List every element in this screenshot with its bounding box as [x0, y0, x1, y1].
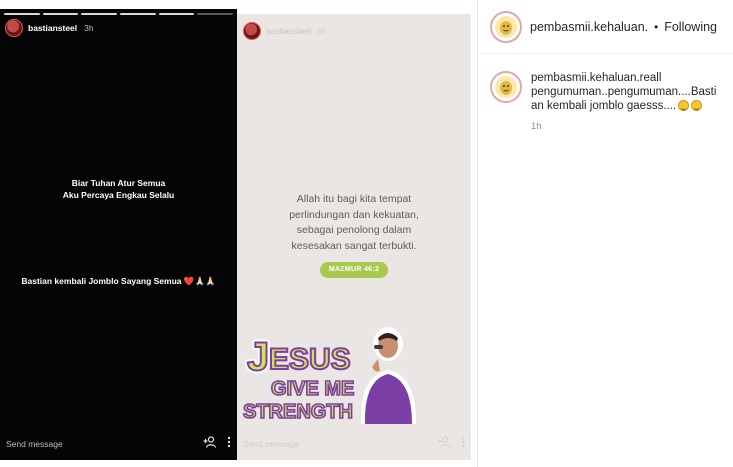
- separator-dot: •: [654, 19, 659, 34]
- story-panel-left[interactable]: bastiansteel 3h Biar Tuhan Atur Semua Ak…: [0, 9, 237, 460]
- story-caption-text: Bastian kembali Jomblo Sayang Semua: [21, 276, 182, 286]
- header-username[interactable]: pembasmii.kehaluan.re: [530, 20, 648, 34]
- avatar-icon[interactable]: [490, 71, 522, 103]
- post-header: pembasmii.kehaluan.re • Following: [478, 0, 733, 54]
- story-footer: Send message: [6, 436, 231, 451]
- verse-line: Allah itu bagi kita tempat: [296, 193, 412, 205]
- verse-line: sebagai penolong dalam: [296, 224, 412, 236]
- more-icon[interactable]: [461, 436, 465, 451]
- story-time: 3h: [84, 23, 94, 33]
- story-username[interactable]: bastiansteel: [266, 26, 311, 36]
- grin-emoji-icon: [691, 100, 703, 111]
- send-message-input[interactable]: Send message: [243, 439, 300, 449]
- comment-text: pengumuman..pengumuman....Bastian kembal…: [531, 85, 721, 113]
- more-icon[interactable]: [227, 436, 231, 451]
- sticker-letter-j: J: [247, 335, 269, 379]
- story-caption: Bastian kembali Jomblo Sayang Semua ❤️🙏🏻…: [0, 275, 237, 287]
- send-message-input[interactable]: Send message: [6, 439, 63, 449]
- post-viewer: bastiansteel 3h Biar Tuhan Atur Semua Ak…: [0, 0, 476, 467]
- story-header: bastiansteel 3h: [243, 22, 326, 40]
- singer-figure: [360, 327, 416, 424]
- story-text-line-2: Aku Percaya Engkau Selalu: [62, 190, 175, 200]
- grin-emoji-icon: [678, 100, 690, 111]
- sticker-word-give-me: GIVE ME: [271, 378, 354, 400]
- story-avatar[interactable]: [5, 19, 23, 37]
- story-time: 3h: [316, 26, 326, 36]
- comment-time: 1h: [531, 121, 542, 132]
- verse-line: kesesakan sangat terbukti.: [291, 239, 417, 252]
- story-footer: Send message: [243, 436, 465, 451]
- add-user-icon[interactable]: [203, 436, 217, 451]
- verse-reference-badge: MAZMUR 46:2: [320, 262, 388, 278]
- story-text-line-1: Biar Tuhan Atur Semua: [71, 178, 166, 188]
- avatar-icon[interactable]: [490, 10, 522, 43]
- bible-verse: Allah itu bagi kita tempat perlindungan …: [237, 192, 471, 254]
- post-sidebar: pembasmii.kehaluan.re • Following pembas…: [477, 0, 733, 467]
- story-progress-bar: [4, 13, 234, 15]
- sticker-word-strength: STRENGTH: [243, 401, 353, 423]
- story-username[interactable]: bastiansteel: [28, 23, 77, 33]
- story-header: bastiansteel 3h: [5, 19, 94, 37]
- heart-pray-emoji: ❤️🙏🏻🙏🏻: [183, 276, 216, 286]
- following-button[interactable]: Following: [664, 20, 717, 34]
- verse-line: perlindungan dan kekuatan,: [289, 208, 419, 221]
- jesus-strength-sticker: J J ESUS GIVE ME STRENGTH: [242, 327, 416, 424]
- story-panel-right[interactable]: bastiansteel 3h Allah itu bagi kita temp…: [237, 14, 471, 460]
- story-avatar[interactable]: [243, 22, 261, 40]
- comment-username[interactable]: pembasmii.kehaluan.reall: [531, 71, 721, 85]
- add-user-icon[interactable]: [437, 436, 451, 451]
- comment-text-content: pengumuman..pengumuman....Bastian kembal…: [531, 86, 717, 112]
- sticker-word-jesus: ESUS: [269, 343, 351, 376]
- caption-comment: pembasmii.kehaluan.reall pengumuman..pen…: [490, 71, 728, 132]
